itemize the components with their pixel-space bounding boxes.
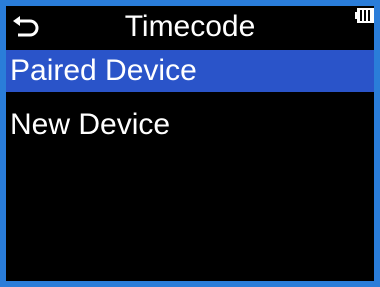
header-bar: Timecode <box>6 6 374 48</box>
menu-item-new-device[interactable]: New Device <box>6 104 374 146</box>
page-title: Timecode <box>124 10 256 43</box>
menu-item-label: Paired Device <box>10 54 197 87</box>
menu-item-paired-device[interactable]: Paired Device <box>6 50 374 92</box>
device-screen: Timecode Paired Device New Device <box>6 6 374 281</box>
battery-icon <box>355 8 374 23</box>
menu-list: Paired Device New Device <box>6 50 374 158</box>
menu-item-label: New Device <box>10 108 171 141</box>
